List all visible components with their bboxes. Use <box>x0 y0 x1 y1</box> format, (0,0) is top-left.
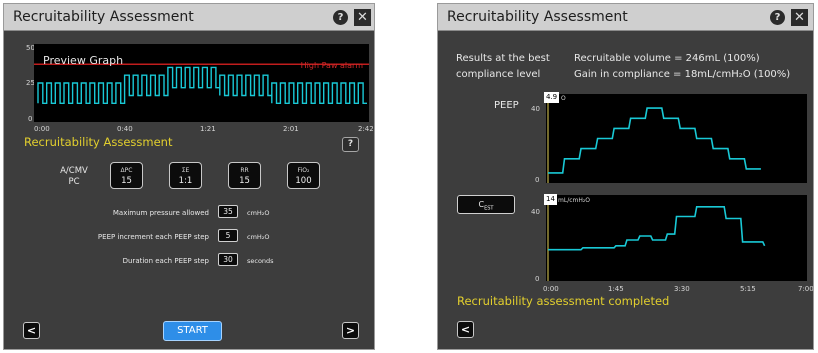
peep-unit: O <box>561 95 566 102</box>
peep-increment-unit: cmH₂O <box>247 233 270 241</box>
x-tick: 0:00 <box>543 285 559 293</box>
cest-series <box>548 206 766 251</box>
param-value: 15 <box>121 176 132 186</box>
param-value: 1:1 <box>178 176 193 186</box>
start-button[interactable]: START <box>163 321 222 341</box>
section-title: Recruitability Assessment <box>24 135 173 149</box>
param-value: 100 <box>295 176 312 186</box>
y-tick-bottom: 0 <box>28 115 33 123</box>
results-heading-line2: compliance level <box>456 69 541 80</box>
param-ie-ratio[interactable]: ΣE 1:1 <box>169 162 202 189</box>
peep-series <box>548 107 761 174</box>
cest-current-value: 14 <box>544 194 557 205</box>
x-tick: 3:30 <box>674 285 690 293</box>
setup-panel: Recruitability Assessment ? ✕ 50 25 0 Pr… <box>3 3 375 350</box>
x-tick: 7:00 <box>798 285 814 293</box>
peep-increment-label: PEEP increment each PEEP step <box>97 233 209 241</box>
step-duration-unit: seconds <box>247 257 274 265</box>
step-duration-input[interactable]: 30 <box>218 253 238 266</box>
title-bar: Recruitability Assessment ? ✕ <box>438 4 813 31</box>
x-tick: 0:00 <box>34 125 50 133</box>
cest-y-tick-bottom: 0 <box>535 275 540 283</box>
x-tick: 1:45 <box>608 285 624 293</box>
x-tick: 1:21 <box>200 125 216 133</box>
cest-unit: mL/cmH₂O <box>558 197 590 204</box>
preview-pressure-series <box>37 66 367 104</box>
mode-line2: PC <box>68 177 80 187</box>
peep-y-tick-bottom: 0 <box>535 176 540 184</box>
help-icon[interactable]: ? <box>333 10 348 25</box>
cest-select-button[interactable]: CEST <box>457 195 515 214</box>
section-help-button[interactable]: ? <box>342 137 359 152</box>
back-button[interactable]: < <box>457 321 474 338</box>
peep-label: PEEP <box>494 100 519 111</box>
x-tick: 2:42 <box>358 125 374 133</box>
step-duration-label: Duration each PEEP step <box>122 257 209 265</box>
cest-sub: EST <box>484 205 494 212</box>
param-delta-pc[interactable]: ΔPC 15 <box>110 162 143 189</box>
next-button[interactable]: > <box>342 322 359 339</box>
x-tick: 0:40 <box>117 125 133 133</box>
back-button[interactable]: < <box>23 322 40 339</box>
preview-plot-area: Preview Graph High Paw alarm <box>34 44 369 122</box>
param-value: 15 <box>239 176 250 186</box>
mode-line1: A/CMV <box>60 166 88 176</box>
panel-title: Recruitability Assessment <box>13 9 194 25</box>
results-panel: Recruitability Assessment ? ✕ Results at… <box>437 3 814 350</box>
max-pressure-unit: cmH₂O <box>247 209 270 217</box>
x-tick: 5:15 <box>740 285 756 293</box>
max-pressure-input[interactable]: 35 <box>218 205 238 218</box>
gain-in-compliance: Gain in compliance = 18mL/cmH₂O (100%) <box>574 69 791 80</box>
recruitable-volume: Recruitable volume = 246mL (100%) <box>574 53 760 64</box>
title-bar: Recruitability Assessment ? ✕ <box>4 4 374 31</box>
close-icon[interactable]: ✕ <box>354 9 371 26</box>
panel-title: Recruitability Assessment <box>447 9 628 25</box>
param-name: ΔPC <box>120 167 133 174</box>
x-tick: 2:01 <box>283 125 299 133</box>
help-icon[interactable]: ? <box>770 10 785 25</box>
param-rr[interactable]: RR 15 <box>228 162 261 189</box>
peep-trend-plot <box>546 94 807 183</box>
status-message: Recruitability assessment completed <box>457 294 670 308</box>
preview-graph-title: Preview Graph <box>43 54 124 67</box>
results-values: Recruitable volume = 246mL (100%) Gain i… <box>574 51 790 83</box>
cest-trend-plot <box>546 195 807 281</box>
param-name: RR <box>240 167 249 174</box>
high-paw-alarm-label: High Paw alarm <box>300 61 363 70</box>
peep-current-value: 4.9 <box>544 92 560 103</box>
param-fio2[interactable]: FiO₂ 100 <box>287 162 320 189</box>
results-heading: Results at the best compliance level <box>456 51 550 83</box>
peep-y-tick-top: 40 <box>531 105 540 113</box>
ventilation-mode: A/CMV PC <box>59 166 89 188</box>
results-heading-line1: Results at the best <box>456 53 550 64</box>
max-pressure-label: Maximum pressure allowed <box>112 209 209 217</box>
peep-increment-input[interactable]: 5 <box>218 229 238 242</box>
cest-y-tick-top: 40 <box>531 208 540 216</box>
param-name: ΣE <box>181 167 190 174</box>
param-name: FiO₂ <box>297 167 310 174</box>
cest-trend-line <box>547 195 766 281</box>
peep-trend-line <box>547 94 761 183</box>
close-icon[interactable]: ✕ <box>791 9 808 26</box>
